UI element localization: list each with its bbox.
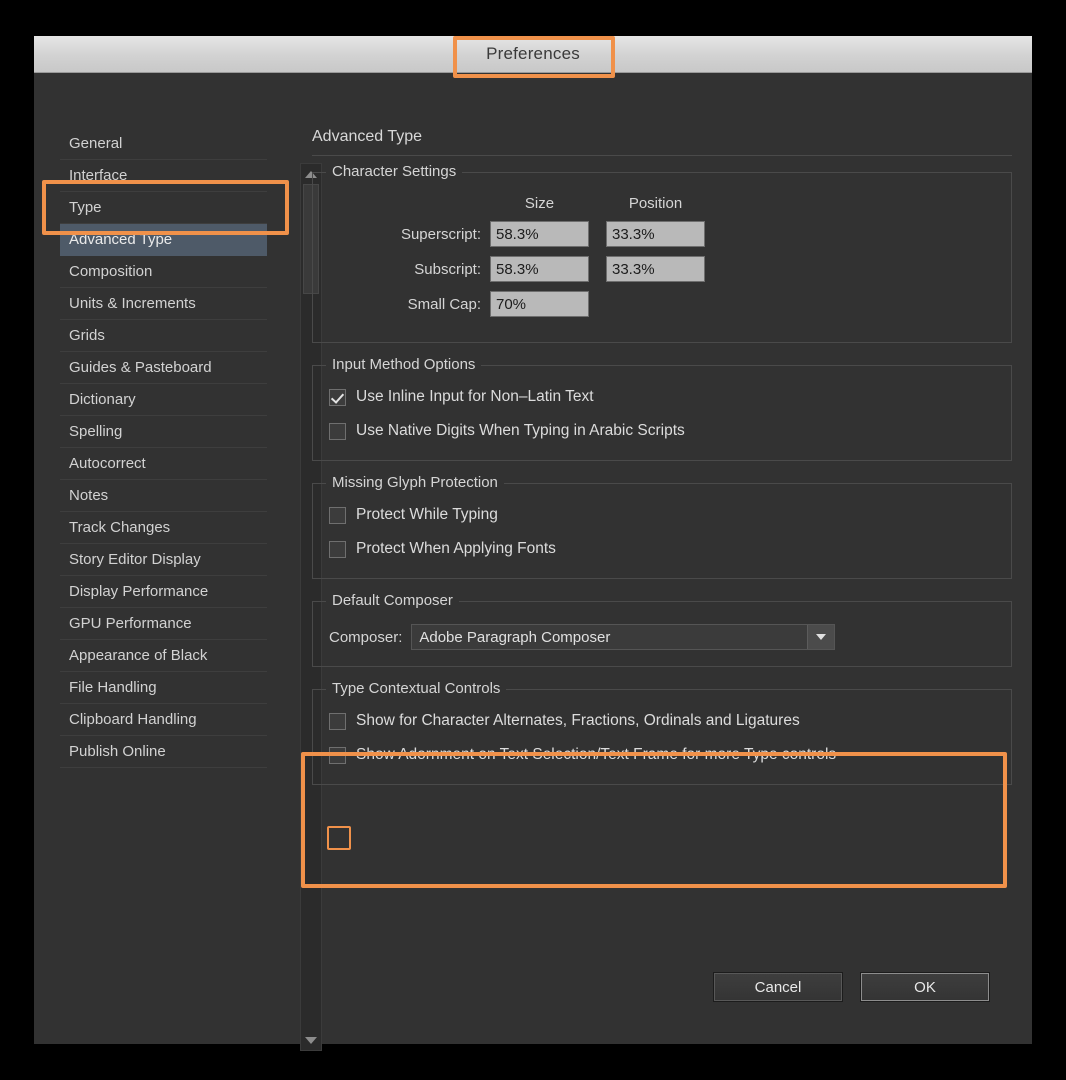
composer-label: Composer: [329,628,403,646]
column-header-size: Size [524,195,555,212]
type-contextual-controls-legend: Type Contextual Controls [326,680,507,697]
panel-heading: Advanced Type [312,128,423,145]
sidebar-item-spelling[interactable]: Spelling [60,416,267,448]
sidebar-item-appearance-of-black[interactable]: Appearance of Black [60,640,267,672]
protect-while-typing-row[interactable]: Protect While Typing [329,506,995,524]
show-adornment-row[interactable]: Show Adornment on Text Selection/Text Fr… [329,746,995,764]
sidebar-item-type[interactable]: Type [60,192,267,224]
preferences-category-list[interactable]: General Interface Type Advanced Type Com… [60,128,267,768]
sidebar-item-notes[interactable]: Notes [60,480,267,512]
protect-when-applying-fonts-checkbox[interactable] [329,540,346,558]
panel-divider [312,155,1012,156]
chevron-down-icon[interactable] [807,625,835,649]
subscript-row: Subscript: 58.3% 33.3% [329,256,995,282]
protect-while-typing-checkbox[interactable] [329,506,346,524]
subscript-position-input[interactable]: 33.3% [606,256,705,282]
sidebar-item-clipboard-handling[interactable]: Clipboard Handling [60,704,267,736]
use-native-digits-checkbox[interactable] [329,422,346,440]
dialog-footer: Cancel OK [713,972,990,1002]
sidebar-item-general[interactable]: General [60,128,267,160]
use-native-digits-label: Use Native Digits When Typing in Arabic … [356,422,685,439]
sidebar-item-file-handling[interactable]: File Handling [60,672,267,704]
use-inline-input-label: Use Inline Input for Non–Latin Text [356,388,594,405]
show-adornment-label: Show Adornment on Text Selection/Text Fr… [356,746,837,763]
subscript-size-input[interactable]: 58.3% [490,256,589,282]
page-title: Preferences [486,44,580,63]
preferences-dialog: Preferences General Interface Type Advan… [34,36,1032,1051]
sidebar-item-display-performance[interactable]: Display Performance [60,576,267,608]
scroll-down-icon[interactable] [301,1031,321,1049]
subscript-label: Subscript: [414,260,481,278]
use-inline-input-row[interactable]: Use Inline Input for Non–Latin Text [329,388,995,406]
show-character-alternates-checkbox[interactable] [329,712,346,730]
superscript-size-input[interactable]: 58.3% [490,221,589,247]
show-character-alternates-row[interactable]: Show for Character Alternates, Fractions… [329,712,995,730]
show-adornment-checkbox[interactable] [329,746,346,764]
input-method-options-group: Input Method Options Use Inline Input fo… [312,356,1012,461]
show-character-alternates-label: Show for Character Alternates, Fractions… [356,712,800,729]
missing-glyph-protection-group: Missing Glyph Protection Protect While T… [312,474,1012,579]
protect-while-typing-label: Protect While Typing [356,506,498,523]
use-native-digits-row[interactable]: Use Native Digits When Typing in Arabic … [329,422,995,440]
type-contextual-controls-group: Type Contextual Controls Show for Charac… [312,680,1012,785]
sidebar-item-dictionary[interactable]: Dictionary [60,384,267,416]
sidebar-item-interface[interactable]: Interface [60,160,267,192]
dialog-titlebar: Preferences [34,36,1032,73]
composer-select[interactable]: Adobe Paragraph Composer [411,624,836,650]
sidebar-item-grids[interactable]: Grids [60,320,267,352]
small-cap-size-input[interactable]: 70% [490,291,589,317]
column-header-position: Position [628,195,683,212]
preferences-panel: Advanced Type Character Settings Size Po… [312,128,1012,807]
cancel-button[interactable]: Cancel [713,972,843,1002]
dialog-body: General Interface Type Advanced Type Com… [34,73,1032,1051]
sidebar-item-story-editor-display[interactable]: Story Editor Display [60,544,267,576]
superscript-position-input[interactable]: 33.3% [606,221,705,247]
sidebar-item-units-increments[interactable]: Units & Increments [60,288,267,320]
sidebar-item-guides-pasteboard[interactable]: Guides & Pasteboard [60,352,267,384]
ok-button[interactable]: OK [860,972,990,1002]
default-composer-group: Default Composer Composer: Adobe Paragra… [312,592,1012,667]
missing-glyph-protection-legend: Missing Glyph Protection [326,474,504,491]
sidebar-item-advanced-type[interactable]: Advanced Type [60,224,267,256]
superscript-row: Superscript: 58.3% 33.3% [329,221,995,247]
input-method-options-legend: Input Method Options [326,356,482,373]
superscript-label: Superscript: [400,225,481,243]
character-settings-legend: Character Settings [326,163,463,180]
default-composer-legend: Default Composer [326,592,459,609]
sidebar-item-publish-online[interactable]: Publish Online [60,736,267,768]
use-inline-input-checkbox[interactable] [329,388,346,406]
character-settings-header-row: Size Position [329,195,995,212]
sidebar-item-gpu-performance[interactable]: GPU Performance [60,608,267,640]
small-cap-label: Small Cap: [407,295,481,313]
screen-root: Preferences General Interface Type Advan… [0,0,1066,1080]
protect-when-applying-fonts-row[interactable]: Protect When Applying Fonts [329,540,995,558]
sidebar-item-autocorrect[interactable]: Autocorrect [60,448,267,480]
composer-row: Composer: Adobe Paragraph Composer [329,624,995,650]
sidebar-item-composition[interactable]: Composition [60,256,267,288]
composer-selected-value: Adobe Paragraph Composer [419,628,611,646]
character-settings-group: Character Settings Size Position Supersc… [312,163,1012,343]
small-cap-row: Small Cap: 70% [329,291,995,317]
sidebar-item-track-changes[interactable]: Track Changes [60,512,267,544]
protect-when-applying-fonts-label: Protect When Applying Fonts [356,540,556,557]
